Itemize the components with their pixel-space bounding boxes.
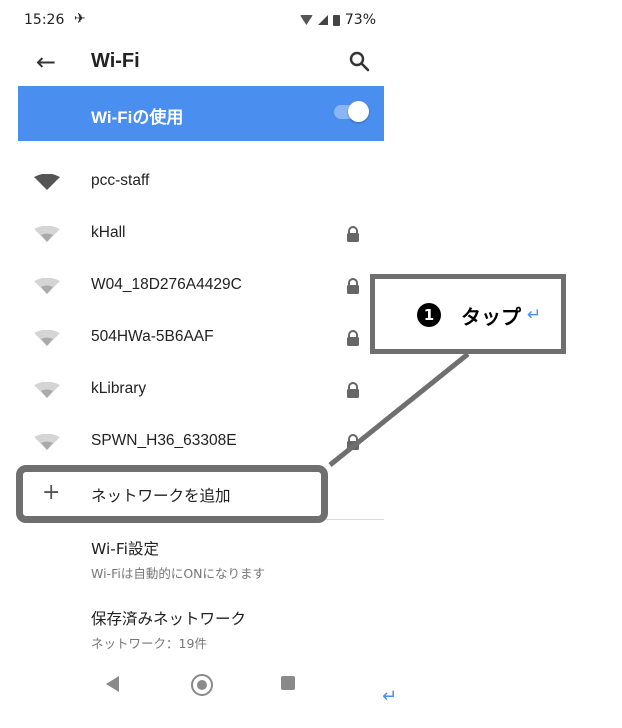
- network-list: pcc-staff kHall W04_18D276A4429C 504HWa-…: [18, 156, 384, 468]
- navigation-bar: [18, 662, 384, 710]
- network-item[interactable]: SPWN_H36_63308E: [18, 416, 384, 468]
- step-number: 1: [417, 303, 441, 327]
- network-item[interactable]: W04_18D276A4429C: [18, 260, 384, 312]
- network-name: W04_18D276A4429C: [91, 276, 242, 293]
- signal-icon: [317, 15, 328, 25]
- nav-back-icon[interactable]: [106, 676, 119, 692]
- nav-recent-icon[interactable]: [281, 676, 295, 690]
- wifi-strength-icon: [34, 226, 60, 242]
- back-arrow-icon[interactable]: ←: [36, 48, 56, 76]
- network-item[interactable]: kLibrary: [18, 364, 384, 416]
- network-name: pcc-staff: [91, 172, 150, 189]
- saved-networks-item[interactable]: 保存済みネットワーク ネットワーク：19件: [91, 607, 246, 652]
- network-name: kHall: [91, 224, 126, 241]
- callout-text: タップ: [461, 305, 521, 329]
- status-icons: 73%: [299, 12, 376, 28]
- saved-networks-title: 保存済みネットワーク: [91, 610, 247, 628]
- callout-box: 1 タップ ↵: [370, 274, 566, 354]
- wifi-strength-icon: [34, 382, 60, 398]
- lock-icon: [347, 382, 359, 398]
- network-item[interactable]: kHall: [18, 208, 384, 260]
- page-title: Wi-Fi: [91, 50, 140, 72]
- wifi-strength-icon: [34, 174, 60, 190]
- lock-icon: [347, 434, 359, 450]
- app-bar: ← Wi-Fi: [18, 42, 384, 86]
- wifi-switch-knob: [348, 101, 369, 122]
- add-network-highlight: [16, 465, 328, 523]
- return-mark-icon: ↵: [382, 686, 398, 707]
- lock-icon: [347, 278, 359, 294]
- battery-icon: [332, 14, 340, 26]
- wifi-settings-subtitle: Wi-Fiは自動的にONになります: [91, 566, 266, 581]
- network-item[interactable]: pcc-staff: [18, 156, 384, 208]
- saved-networks-subtitle: ネットワーク：19件: [91, 636, 207, 651]
- network-name: 504HWa-5B6AAF: [91, 328, 214, 345]
- notification-icon: ✈: [74, 11, 86, 27]
- battery-percent: 73%: [344, 12, 376, 28]
- search-icon[interactable]: [348, 50, 370, 72]
- nav-home-icon[interactable]: [191, 674, 213, 696]
- wifi-strength-icon: [34, 278, 60, 294]
- wifi-settings-item[interactable]: Wi-Fi設定 Wi-Fiは自動的にONになります: [91, 537, 265, 582]
- lock-icon: [347, 330, 359, 346]
- lock-icon: [347, 226, 359, 242]
- wifi-switch[interactable]: [334, 101, 369, 122]
- status-bar: 15:26 ✈ 73%: [18, 0, 384, 42]
- wifi-toggle-row[interactable]: Wi-Fiの使用: [18, 86, 384, 141]
- wifi-status-icon: [299, 15, 313, 25]
- status-time: 15:26: [24, 12, 65, 28]
- return-mark-icon: ↵: [527, 305, 542, 325]
- network-name: kLibrary: [91, 380, 147, 397]
- network-name: SPWN_H36_63308E: [91, 432, 237, 449]
- phone-screen: 15:26 ✈ 73% ← Wi-Fi Wi-Fiの使用 pcc-staff k…: [18, 0, 384, 712]
- wifi-strength-icon: [34, 330, 60, 346]
- wifi-toggle-label: Wi-Fiの使用: [91, 108, 184, 127]
- wifi-strength-icon: [34, 434, 60, 450]
- network-item[interactable]: 504HWa-5B6AAF: [18, 312, 384, 364]
- wifi-settings-title: Wi-Fi設定: [91, 540, 159, 558]
